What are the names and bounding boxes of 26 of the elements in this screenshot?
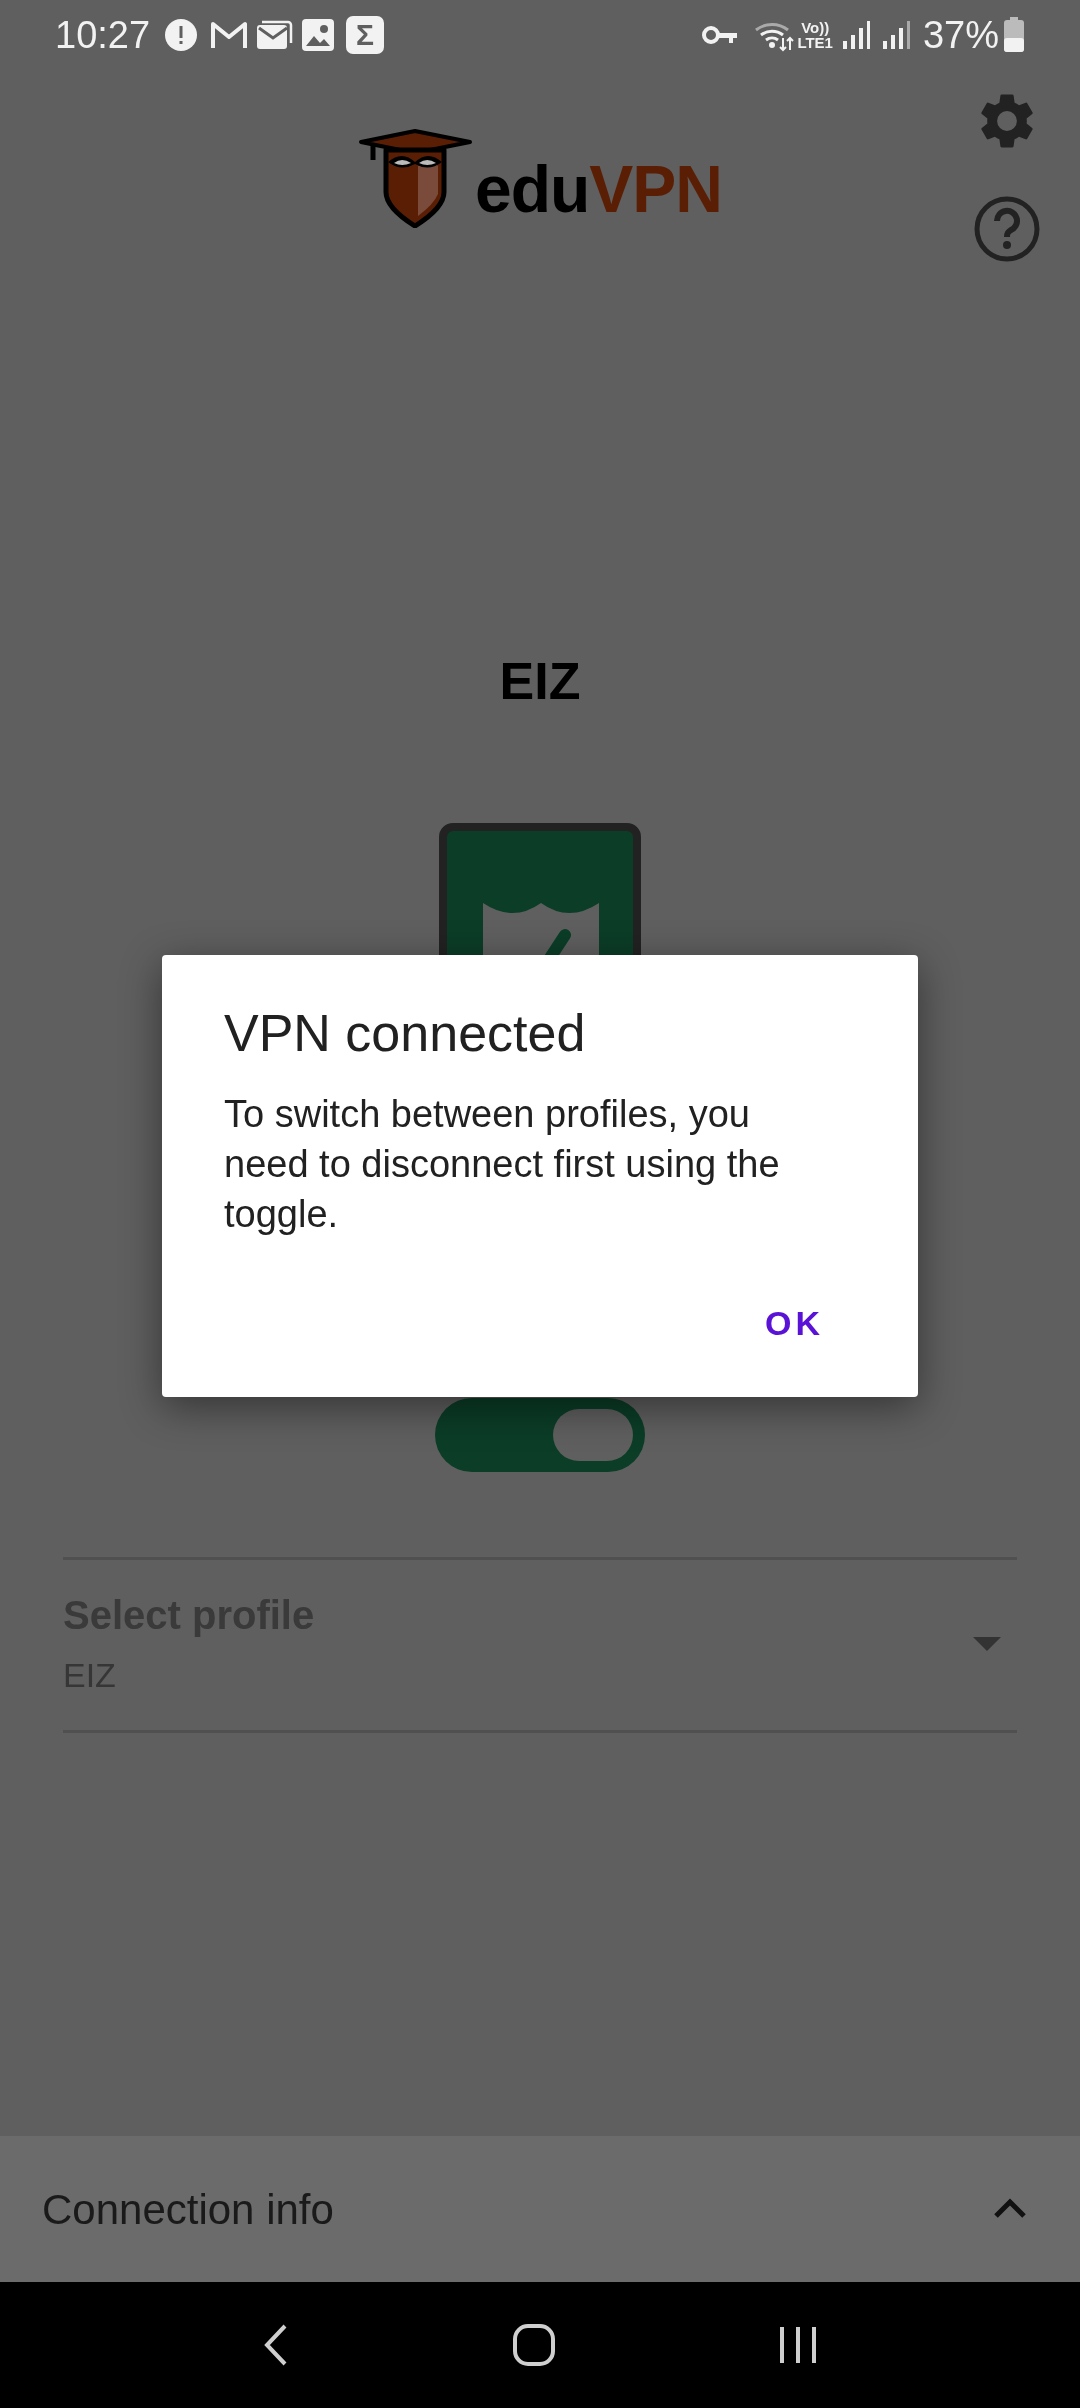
logo-text-accent: VPN — [589, 152, 723, 226]
chevron-icon — [992, 2198, 1028, 2220]
alert-icon — [164, 18, 199, 52]
signal-icon — [840, 19, 871, 51]
logo-text: edu — [474, 152, 590, 226]
home-icon[interactable] — [512, 2323, 556, 2367]
dropdown-caret-icon — [973, 1637, 1001, 1653]
image-icon — [302, 19, 335, 51]
server-title: EIZ — [498, 655, 582, 707]
status-time: 10:27 — [55, 12, 151, 58]
battery-percent: 37% — [922, 12, 999, 58]
envelope-icon — [256, 19, 295, 51]
shield-icon — [439, 823, 641, 956]
mail-m-icon — [210, 20, 249, 50]
battery-icon — [1003, 17, 1025, 53]
app-icon: Σ — [346, 16, 385, 54]
dialog-message: To switch between profiles, you need to disconnect first using the toggle. — [224, 1092, 781, 1237]
key-icon — [701, 24, 740, 46]
connection-info-bar[interactable]: Connection info — [0, 2136, 1080, 2282]
dialog-title: VPN connected — [224, 1007, 587, 1059]
ok-button[interactable]: OK — [753, 1292, 836, 1355]
signal-icon — [880, 19, 911, 51]
network-label: Vo)) — [801, 20, 830, 35]
shield-cap-icon — [357, 128, 473, 228]
network-type: LTE1 — [797, 35, 833, 50]
help-icon[interactable] — [974, 196, 1040, 262]
